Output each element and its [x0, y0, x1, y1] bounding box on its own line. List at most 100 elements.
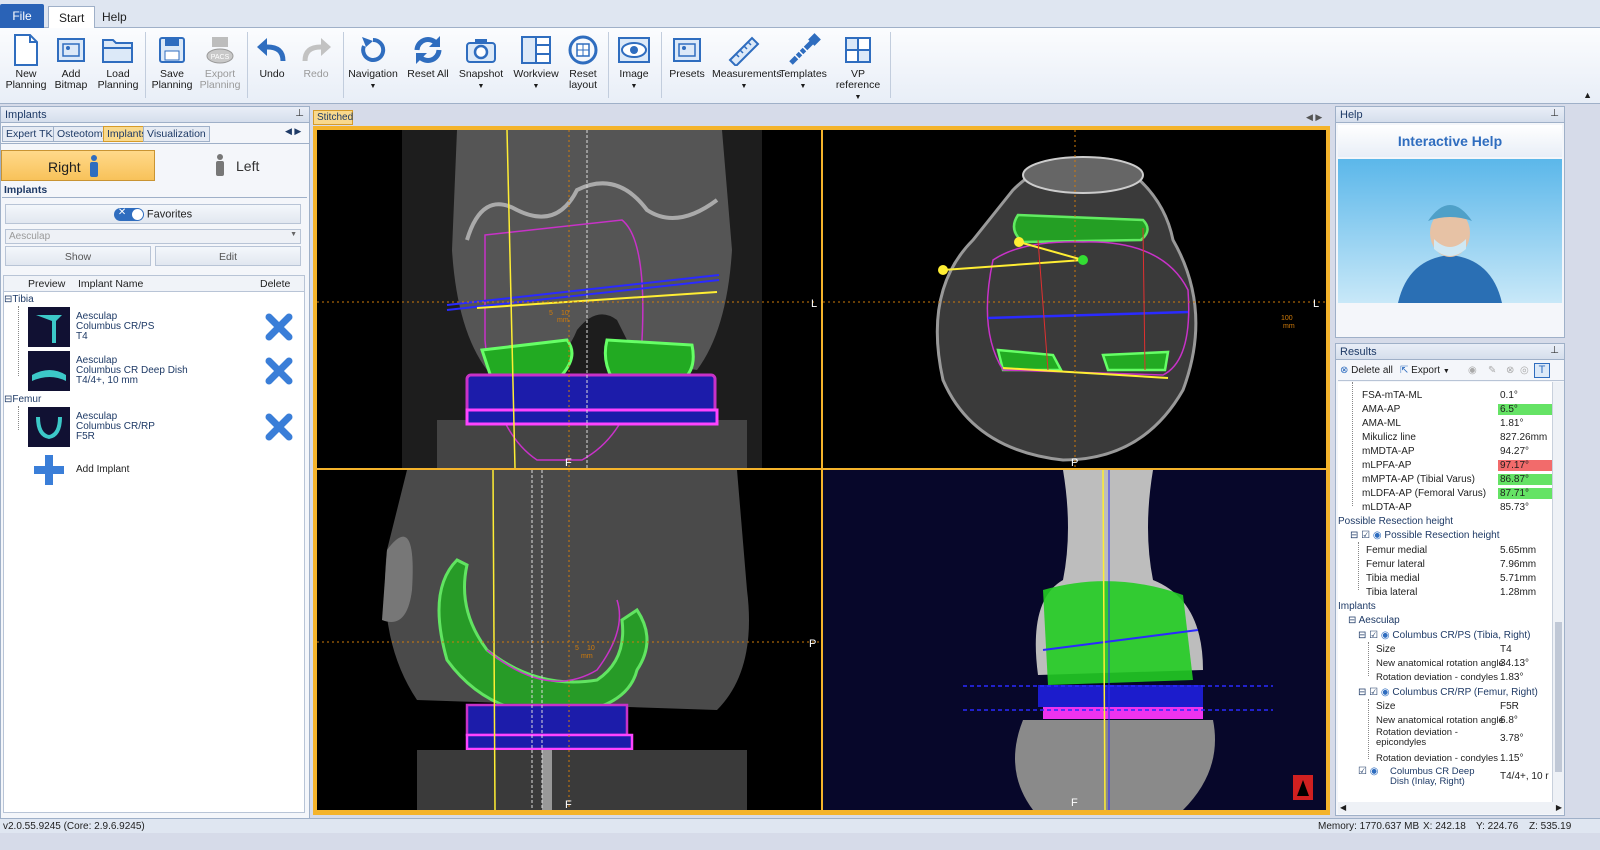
tab-scroll-arrows[interactable]: ◀ ▶ — [285, 126, 301, 137]
side-left-toggle[interactable]: Left — [158, 150, 308, 181]
show-button[interactable]: Show — [5, 246, 151, 266]
redo-label: Redo — [303, 68, 329, 80]
interactive-help-heading[interactable]: Interactive Help — [1338, 125, 1562, 157]
manufacturer-select[interactable]: Aesculap ▼ — [5, 229, 301, 244]
viewer-tab-stitched[interactable]: Stitched — [313, 110, 353, 125]
templates-button[interactable]: Templates ▼ — [778, 31, 828, 101]
edit-button[interactable]: Edit — [155, 246, 301, 266]
tab-help[interactable]: Help — [92, 6, 137, 28]
result-row[interactable]: AMA-AP 6.5° — [1338, 404, 1552, 418]
result-row[interactable]: Rotation deviation - epicondyles 3.78° — [1338, 728, 1552, 752]
ribbon-collapse-icon[interactable]: ▲ — [1583, 90, 1592, 100]
result-row[interactable]: Femur lateral 7.96mm — [1338, 559, 1552, 573]
resection-item[interactable]: ⊟ ☑ ◉ Possible Resection height — [1338, 530, 1552, 544]
side-left-label: Left — [236, 158, 260, 174]
scrollbar-thumb[interactable] — [1555, 622, 1562, 772]
favorites-switch-icon: ✕ — [113, 207, 144, 221]
export-planning-button[interactable]: PACS Export Planning — [196, 31, 244, 101]
implants-panel-title-text: Implants — [5, 109, 47, 121]
chevron-down-icon: ▼ — [630, 83, 638, 90]
result-row[interactable]: Size F5R — [1338, 701, 1552, 715]
favorites-toggle[interactable]: ✕ Favorites — [5, 204, 301, 224]
load-planning-label: Load Planning — [97, 68, 139, 91]
viewport-sagittal[interactable]: 5 10 mm P F — [317, 470, 821, 810]
side-right-toggle[interactable]: Right — [1, 150, 155, 181]
result-row[interactable]: Femur medial 5.65mm — [1338, 545, 1552, 559]
result-row[interactable]: Mikulicz line 827.26mm — [1338, 432, 1552, 446]
text-toggle-icon[interactable]: T — [1534, 363, 1550, 378]
table-row[interactable]: Aesculap Columbus CR/RP F5R — [26, 406, 306, 448]
tab-visualization[interactable]: Visualization — [143, 126, 210, 142]
help-video-thumbnail[interactable] — [1338, 159, 1562, 303]
result-row[interactable]: mMDTA-AP 94.27° — [1338, 446, 1552, 460]
viewport-axial[interactable]: 100 mm L P — [823, 130, 1326, 468]
pin-icon[interactable]: ⊥ — [295, 108, 304, 119]
resection-group[interactable]: Possible Resection height — [1338, 516, 1552, 530]
viewer-tab-scroll-arrows[interactable]: ◀ ▶ — [1306, 112, 1322, 123]
add-bitmap-button[interactable]: Add Bitmap — [50, 31, 92, 101]
result-row[interactable]: mLDTA-AP 85.73° — [1338, 502, 1552, 516]
load-planning-button[interactable]: Load Planning — [95, 31, 141, 101]
result-row[interactable]: mLDFA-AP (Femoral Varus) 87.71° — [1338, 488, 1552, 502]
new-planning-button[interactable]: New Planning — [4, 31, 48, 101]
image-button[interactable]: Image ▼ — [612, 31, 656, 101]
group-femur[interactable]: ⊟Femur — [4, 394, 41, 405]
group-tibia[interactable]: ⊟Tibia — [4, 294, 34, 305]
snapshot-button[interactable]: Snapshot ▼ — [456, 31, 506, 101]
chevron-down-icon: ▼ — [854, 94, 862, 101]
chevron-down-icon: ▼ — [1442, 368, 1450, 375]
result-row[interactable]: mLPFA-AP 97.17° — [1338, 460, 1552, 474]
navigation-button[interactable]: Navigation ▼ — [348, 31, 398, 101]
table-row[interactable]: Aesculap Columbus CR/PS T4 — [26, 306, 306, 348]
result-row[interactable]: New anatomical rotation angle 34.13° — [1338, 658, 1552, 672]
clear-icon[interactable]: ⊗ — [1506, 365, 1514, 376]
workview-button[interactable]: Workview ▼ — [510, 31, 562, 101]
result-row[interactable]: mMPTA-AP (Tibial Varus) 86.87° — [1338, 474, 1552, 488]
pin-icon[interactable]: ⊥ — [1550, 108, 1559, 119]
table-row[interactable]: Aesculap Columbus CR Deep Dish T4/4+, 10 m… — [26, 350, 306, 392]
delete-all-button[interactable]: ⊗ Delete all — [1340, 365, 1393, 376]
save-planning-button[interactable]: Save Planning — [150, 31, 194, 101]
add-implant-row[interactable]: Add Implant — [26, 452, 166, 488]
group-tibia-label: Tibia — [12, 294, 34, 305]
eye-icon: ◉ — [1380, 687, 1390, 698]
visibility-icon[interactable]: ◎ — [1520, 365, 1529, 376]
measurements-button[interactable]: Measurements ▼ — [712, 31, 781, 101]
export-button[interactable]: ⇱ Export ▼ — [1400, 365, 1450, 376]
result-row[interactable]: AMA-ML 1.81° — [1338, 418, 1552, 432]
tab-start[interactable]: Start — [48, 6, 96, 29]
delete-x-icon[interactable] — [264, 312, 294, 342]
delete-x-icon[interactable] — [264, 412, 294, 442]
aesculap-group[interactable]: ⊟ Aesculap — [1338, 615, 1552, 629]
pin-icon[interactable]: ⊥ — [1550, 345, 1559, 356]
ribbon-toolbar: New Planning Add Bitmap Load Planning Sa… — [0, 28, 1600, 104]
undo-button[interactable]: Undo — [252, 31, 292, 101]
implants-group[interactable]: Implants — [1338, 601, 1552, 615]
presets-button[interactable]: Presets — [665, 31, 709, 101]
result-row[interactable]: Tibia medial 5.71mm — [1338, 573, 1552, 587]
results-hscrollbar[interactable]: ◀ ▶ — [1338, 802, 1564, 814]
viewport-3d[interactable]: F — [823, 470, 1326, 810]
viewport-coronal[interactable]: 5 10 mm L F — [317, 130, 821, 468]
reset-layout-button[interactable]: Reset layout — [562, 31, 604, 101]
results-scrollbar[interactable] — [1552, 382, 1564, 802]
redo-button[interactable]: Redo — [296, 31, 336, 101]
ribbon-separator — [661, 32, 662, 98]
result-row[interactable]: Size T4 — [1338, 644, 1552, 658]
result-row[interactable]: Rotation deviation - condyles 1.15° — [1338, 753, 1552, 767]
tab-file[interactable]: File — [0, 4, 44, 28]
inlay-implant-item[interactable]: ☑ ◉ Columbus CR Deep Dish (Inlay, Right) T4… — [1338, 767, 1552, 791]
result-row[interactable]: Rotation deviation - condyles 1.83° — [1338, 672, 1552, 686]
orientation-label: F — [565, 457, 572, 468]
delete-x-icon[interactable] — [264, 356, 294, 386]
pencil-icon[interactable]: ✎ — [1488, 365, 1496, 376]
eye-icon: ◉ — [1369, 766, 1379, 777]
eye-icon[interactable]: ◉ — [1468, 365, 1477, 376]
reset-all-button[interactable]: Reset All — [404, 31, 452, 101]
result-row[interactable]: FSA-mTA-ML 0.1° — [1338, 390, 1552, 404]
implants-section-heading: Implants — [4, 184, 48, 196]
result-row[interactable]: Tibia lateral 1.28mm — [1338, 587, 1552, 601]
inlay-implant-preview — [28, 351, 70, 391]
vp-reference-button[interactable]: VP reference ▼ — [830, 31, 886, 101]
orientation-label: L — [811, 298, 817, 310]
